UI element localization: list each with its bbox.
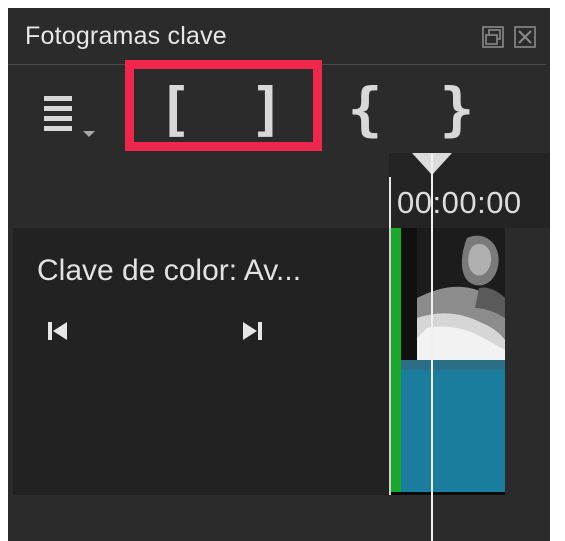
clip-body — [401, 360, 505, 495]
close-panel-button[interactable] — [514, 26, 536, 48]
ruler-tick — [389, 177, 391, 228]
playhead-line[interactable] — [431, 153, 433, 541]
clip-body-divider — [401, 360, 505, 370]
float-icon — [482, 26, 504, 48]
keyframes-toolbar: [ ] { } — [8, 65, 550, 153]
clip-frame-edge — [401, 228, 417, 360]
close-icon — [514, 26, 536, 48]
track-name: Clave de color: Av... — [37, 254, 302, 287]
clip-track[interactable] — [389, 228, 550, 495]
next-keyframe-range-button[interactable]: } — [432, 65, 482, 153]
empty-track-area — [8, 495, 550, 541]
skip-back-icon — [48, 322, 67, 340]
keyframes-panel: Fotogramas clave [] {} 00:00:00 Clave … — [8, 8, 550, 541]
mark-in-button[interactable]: [ — [150, 65, 200, 153]
mark-out-icon: ] — [249, 75, 285, 143]
float-panel-button[interactable] — [482, 26, 504, 48]
track-header-spacer — [8, 153, 389, 228]
next-keyframe-button[interactable] — [239, 318, 265, 344]
clip-selection-bar — [391, 228, 401, 495]
track-header: Clave de color: Av... — [13, 228, 389, 495]
mark-in-icon: [ — [157, 75, 193, 143]
mark-out-button[interactable]: ] — [242, 65, 292, 153]
brace-close-icon: } — [439, 75, 475, 143]
menu-button[interactable] — [36, 65, 98, 153]
timecode-display: 00:00:00 — [397, 185, 522, 220]
brace-open-icon: { — [347, 75, 383, 143]
previous-keyframe-button[interactable] — [45, 318, 71, 344]
menu-icon — [44, 96, 95, 137]
skip-forward-icon — [243, 322, 262, 340]
panel-header: Fotogramas clave — [8, 8, 550, 64]
previous-keyframe-range-button[interactable]: { — [340, 65, 390, 153]
panel-title: Fotogramas clave — [25, 22, 227, 50]
